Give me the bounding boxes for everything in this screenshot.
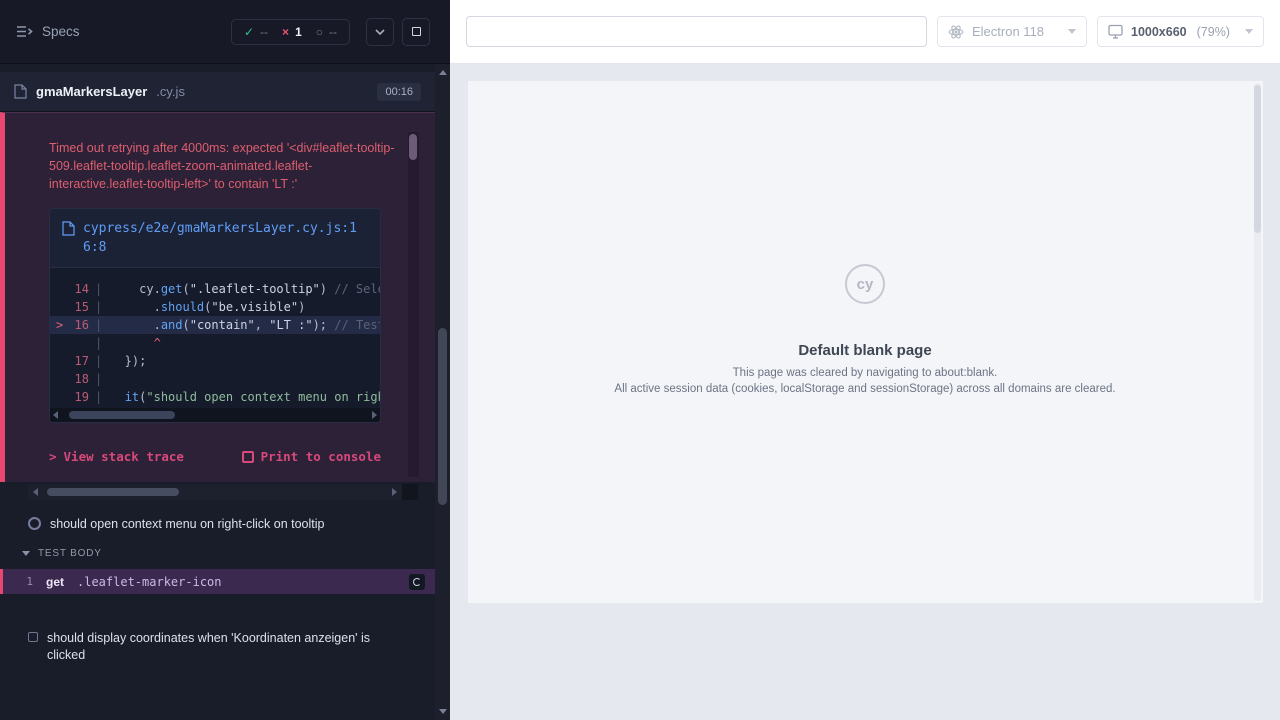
error-file-link[interactable]: cypress/e2e/gmaMarkersLayer.cy.js:16:8 — [83, 219, 368, 257]
scroll-left-icon[interactable] — [33, 488, 38, 496]
reporter-scrollbar-row — [28, 484, 418, 500]
pending-count: -- — [329, 25, 337, 39]
test-item-active[interactable]: should open context menu on right-click … — [0, 500, 435, 533]
chevron-down-icon — [22, 551, 30, 556]
spec-extension: .cy.js — [156, 84, 185, 99]
reporter-hscroll-thumb[interactable] — [47, 488, 179, 496]
test-body-label: TEST BODY — [38, 548, 102, 559]
specs-label: Specs — [42, 24, 80, 39]
scrollbar-corner — [402, 484, 418, 500]
aut-header: Electron 118 1000x660 (79%) — [450, 0, 1280, 64]
scroll-down-icon[interactable] — [435, 704, 450, 719]
aut-background: cy Default blank page This page was clea… — [450, 64, 1280, 720]
electron-icon — [948, 24, 964, 40]
aut-iframe: cy Default blank page This page was clea… — [468, 81, 1263, 603]
specs-toggle[interactable]: Specs — [16, 24, 80, 39]
viewport-size: 1000x660 — [1131, 25, 1187, 39]
chevron-down-icon — [1068, 29, 1076, 34]
stop-icon — [412, 27, 421, 36]
command-number: 1 — [3, 575, 33, 588]
view-stack-trace-button[interactable]: > View stack trace — [49, 449, 184, 464]
command-spinner-icon — [413, 578, 421, 586]
passed-count: -- — [260, 25, 268, 39]
command-method: get — [46, 575, 64, 589]
test-body-header[interactable]: TEST BODY — [22, 548, 435, 559]
stack-chevron-icon: > — [49, 449, 57, 464]
code-hscroll-thumb[interactable] — [69, 411, 175, 419]
code-frame-header: cypress/e2e/gmaMarkersLayer.cy.js:16:8 — [50, 209, 380, 268]
passed-check-icon: ✓ — [244, 25, 254, 39]
test-stats: ✓ -- × 1 ○ -- — [231, 19, 350, 45]
scroll-left-icon[interactable] — [53, 411, 58, 419]
viewport-icon — [1108, 24, 1123, 39]
chevron-down-icon — [375, 29, 385, 35]
failed-count: 1 — [295, 25, 302, 39]
browser-select[interactable]: Electron 118 — [937, 16, 1087, 47]
controls-right: ✓ -- × 1 ○ -- — [231, 18, 430, 46]
chevron-down-icon — [1245, 29, 1253, 34]
aut-vscroll-thumb[interactable] — [1254, 85, 1261, 233]
error-vertical-scrollbar[interactable] — [408, 132, 419, 477]
sidebar-vertical-scrollbar[interactable] — [435, 64, 450, 720]
sidebar-vscroll-thumb[interactable] — [438, 328, 447, 505]
stop-run-button[interactable] — [402, 18, 430, 46]
scroll-up-icon[interactable] — [435, 65, 450, 80]
console-icon — [242, 451, 254, 463]
code-frame: cypress/e2e/gmaMarkersLayer.cy.js:16:8 1… — [49, 208, 381, 423]
cypress-logo: cy — [845, 264, 885, 304]
reporter-body: gmaMarkersLayer .cy.js 00:16 Timed out r… — [0, 64, 435, 720]
command-message: .leaflet-marker-icon — [77, 575, 222, 589]
url-input[interactable] — [466, 16, 927, 47]
test-item-pending[interactable]: should display coordinates when 'Koordin… — [0, 614, 435, 664]
code-lines: 14| cy.get(".leaflet-tooltip") // Sele15… — [50, 268, 380, 408]
code-horizontal-scrollbar[interactable] — [50, 408, 380, 422]
browser-label: Electron 118 — [972, 24, 1044, 39]
viewport-scale: (79%) — [1197, 25, 1230, 39]
spec-header[interactable]: gmaMarkersLayer .cy.js 00:16 — [0, 72, 435, 112]
pending-circle-icon: ○ — [316, 25, 323, 39]
test-error-panel: Timed out retrying after 4000ms: expecte… — [0, 112, 435, 482]
cypress-app-window: Specs ✓ -- × 1 ○ -- — [0, 0, 1280, 720]
scroll-right-icon[interactable] — [372, 411, 377, 419]
blank-page-content: cy Default blank page This page was clea… — [468, 81, 1263, 395]
test-running-spinner-icon — [28, 517, 41, 530]
stat-passed: ✓ -- — [244, 25, 268, 39]
failed-x-icon: × — [282, 25, 289, 39]
spec-duration: 00:16 — [377, 83, 421, 101]
blank-page-title: Default blank page — [468, 342, 1263, 359]
reporter-horizontal-scrollbar[interactable] — [28, 484, 402, 500]
specs-list-icon — [16, 25, 33, 38]
spec-name: gmaMarkersLayer — [36, 84, 147, 99]
blank-page-line2: All active session data (cookies, localS… — [468, 383, 1263, 395]
viewport-select[interactable]: 1000x660 (79%) — [1097, 16, 1264, 47]
test-title: should open context menu on right-click … — [50, 516, 324, 533]
aut-vertical-scrollbar[interactable] — [1254, 83, 1261, 601]
collapse-tests-button[interactable] — [366, 18, 394, 46]
reporter-sidebar: Specs ✓ -- × 1 ○ -- — [0, 0, 450, 720]
error-vscroll-thumb[interactable] — [409, 134, 417, 160]
test-title: should display coordinates when 'Koordin… — [47, 630, 379, 664]
command-log-row[interactable]: 1 get .leaflet-marker-icon — [0, 569, 435, 594]
scroll-right-icon[interactable] — [392, 488, 397, 496]
stat-pending: ○ -- — [316, 25, 337, 39]
test-pending-icon — [28, 632, 38, 642]
aut-main-area: Electron 118 1000x660 (79%) cy Default b… — [450, 0, 1280, 720]
reporter-controls-bar: Specs ✓ -- × 1 ○ -- — [0, 0, 450, 64]
blank-page-line1: This page was cleared by navigating to a… — [468, 367, 1263, 379]
code-file-icon — [62, 221, 75, 236]
command-state-badge — [409, 574, 425, 590]
spec-file-icon — [14, 84, 27, 99]
error-actions: > View stack trace Print to console — [49, 449, 381, 464]
print-to-console-button[interactable]: Print to console — [242, 449, 381, 464]
error-message: Timed out retrying after 4000ms: expecte… — [49, 139, 401, 193]
stat-failed: × 1 — [282, 25, 302, 39]
